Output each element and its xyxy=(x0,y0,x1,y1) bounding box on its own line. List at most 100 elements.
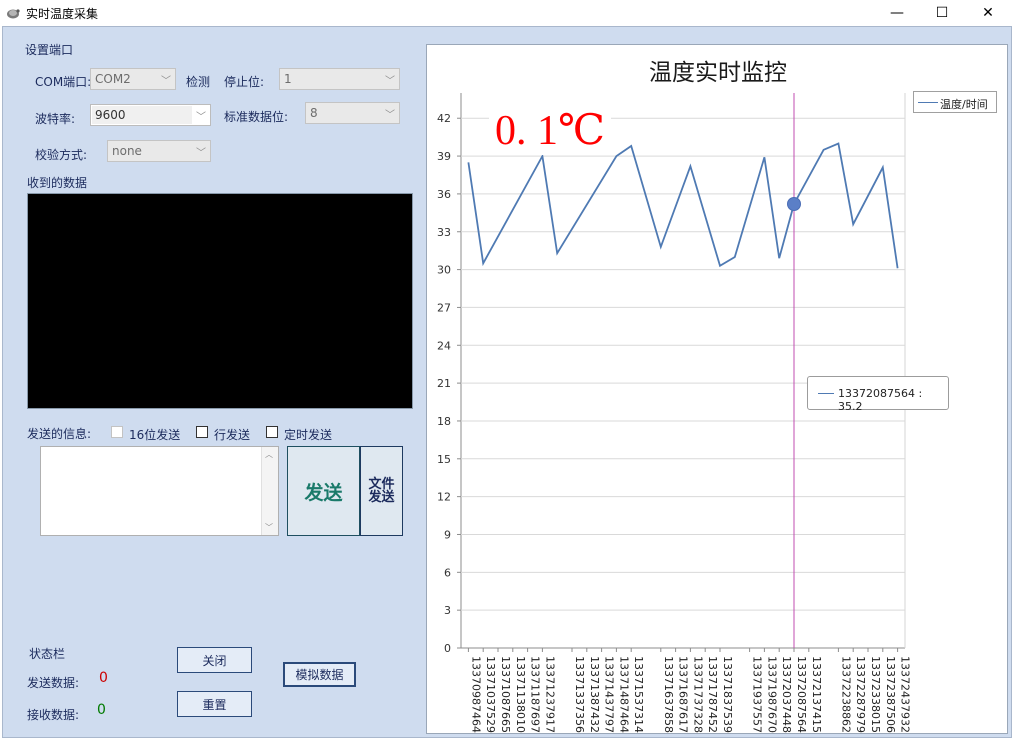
send-info-label: 发送的信息: xyxy=(27,427,92,441)
maximize-button[interactable]: ☐ xyxy=(919,0,965,26)
highlighted-data-point[interactable] xyxy=(787,197,801,211)
file-send-button[interactable]: 文件发送 xyxy=(360,446,403,536)
current-temperature: 0. 1℃ xyxy=(489,105,611,155)
close-icon: ✕ xyxy=(982,5,994,21)
timed-send-label: 定时发送 xyxy=(284,428,333,442)
chevron-down-icon: ﹀ xyxy=(196,112,206,123)
baud-rate-select[interactable]: 9600 ﹀ xyxy=(90,104,211,126)
recv-count-label: 接收数据: xyxy=(27,708,80,722)
chevron-down-icon: ﹀ xyxy=(385,76,395,87)
received-data-label: 收到的数据 xyxy=(27,176,88,190)
x-tick-label: 13371737328 xyxy=(691,656,704,733)
x-tick-label: 13372387506 xyxy=(884,656,897,733)
line-send-label: 行发送 xyxy=(214,428,251,442)
received-data-box[interactable] xyxy=(27,193,413,409)
x-tick-label: 13371937557 xyxy=(751,656,764,733)
stop-bits-label: 停止位: xyxy=(224,75,265,89)
x-tick-label: 13371037529 xyxy=(484,656,497,733)
baud-rate-label: 波特率: xyxy=(35,112,76,126)
x-tick-label: 13371237917 xyxy=(543,656,556,733)
close-window-button[interactable]: ✕ xyxy=(965,0,1011,26)
y-tick-label: 24 xyxy=(437,339,451,352)
simulate-data-button[interactable]: 模拟数据 xyxy=(283,662,356,687)
com-port-label: COM端口: xyxy=(35,75,92,89)
chevron-down-icon: ﹀ xyxy=(385,110,395,121)
x-tick-label: 13371187697 xyxy=(529,656,542,733)
y-tick-label: 18 xyxy=(437,415,451,428)
y-tick-label: 15 xyxy=(437,453,451,466)
app-icon xyxy=(7,9,20,19)
x-tick-label: 13372087564 xyxy=(795,656,808,733)
recv-count-value: 0 xyxy=(97,702,106,718)
data-bits-label: 标准数据位: xyxy=(224,110,289,124)
scroll-down-icon[interactable]: ﹀ xyxy=(265,522,273,533)
x-tick-label: 13372238862 xyxy=(839,656,852,733)
hex-send-label: 16位发送 xyxy=(129,428,181,442)
hex-send-checkbox[interactable] xyxy=(111,426,123,438)
port-settings-label: 设置端口 xyxy=(25,43,74,57)
y-tick-label: 21 xyxy=(437,377,451,390)
temperature-chart-panel: 温度实时监控 0 3 6 9 12 15 18 21 24 27 30 33 36 39 42 1337098… xyxy=(426,44,1008,734)
timed-send-checkbox[interactable] xyxy=(266,426,278,438)
line-send-checkbox[interactable] xyxy=(196,426,208,438)
minimize-icon: — xyxy=(890,5,904,21)
y-tick-label: 39 xyxy=(437,150,451,163)
minimize-button[interactable]: — xyxy=(874,0,920,26)
x-tick-label: 13371787452 xyxy=(706,656,719,733)
send-message-input[interactable]: ︿ ﹀ xyxy=(40,446,279,536)
y-tick-label: 33 xyxy=(437,226,451,239)
x-tick-label: 13371337356 xyxy=(573,656,586,733)
send-button[interactable]: 发送 xyxy=(287,446,360,536)
x-tick-label: 13370987464 xyxy=(469,656,482,733)
title-bar: 实时温度采集 — ☐ ✕ xyxy=(0,0,1014,26)
status-bar-label: 状态栏 xyxy=(29,647,66,661)
x-tick-label: 13372137415 xyxy=(810,656,823,733)
sent-count-label: 发送数据: xyxy=(27,676,80,690)
x-tick-label: 13372287979 xyxy=(854,656,867,733)
detect-button[interactable]: 检测 xyxy=(186,73,210,90)
chevron-down-icon: ﹀ xyxy=(161,76,171,87)
x-tick-label: 13371987670 xyxy=(765,656,778,733)
y-tick-label: 6 xyxy=(444,566,451,579)
tooltip-line-swatch xyxy=(818,393,834,394)
y-tick-label: 9 xyxy=(444,528,451,541)
chevron-down-icon: ﹀ xyxy=(196,148,206,159)
x-tick-label: 13371537314 xyxy=(632,656,645,733)
x-tick-label: 13372338015 xyxy=(869,656,882,733)
scroll-up-icon[interactable]: ︿ xyxy=(265,449,273,460)
window-title: 实时温度采集 xyxy=(26,7,99,21)
close-port-button[interactable]: 关闭 xyxy=(177,647,252,673)
chart-legend: 温度/时间 xyxy=(913,91,997,113)
send-message-scrollbar[interactable]: ︿ ﹀ xyxy=(261,447,278,535)
y-tick-label: 12 xyxy=(437,491,451,504)
com-port-select[interactable]: COM2 ﹀ xyxy=(90,68,176,90)
data-bits-select[interactable]: 8 ﹀ xyxy=(305,102,400,124)
y-tick-label: 36 xyxy=(437,188,451,201)
y-tick-label: 0 xyxy=(444,642,451,655)
y-tick-label: 3 xyxy=(444,604,451,617)
y-tick-label: 30 xyxy=(437,264,451,277)
parity-select[interactable]: none ﹀ xyxy=(107,140,211,162)
stop-bits-select[interactable]: 1 ﹀ xyxy=(279,68,400,90)
x-tick-label: 13371387432 xyxy=(588,656,601,733)
tooltip-text: 13372087564 : 35.2 xyxy=(838,387,923,413)
x-tick-label: 13371487464 xyxy=(617,656,630,733)
x-tick-label: 13371687617 xyxy=(677,656,690,733)
x-tick-label: 13371637858 xyxy=(662,656,675,733)
main-form: 设置端口 COM端口: COM2 ﹀ 检测 停止位: 1 ﹀ 波特率: 9600 ﹀ … xyxy=(2,26,1012,738)
parity-label: 校验方式: xyxy=(35,148,88,162)
x-tick-label: 13372037448 xyxy=(780,656,793,733)
sent-count-value: 0 xyxy=(99,670,108,686)
x-tick-label: 13371837539 xyxy=(721,656,734,733)
x-tick-label: 13371138010 xyxy=(514,656,527,733)
x-tick-label: 13371087665 xyxy=(499,656,512,733)
y-tick-label: 27 xyxy=(437,301,451,314)
legend-line-swatch xyxy=(918,102,938,103)
reset-button[interactable]: 重置 xyxy=(177,691,252,717)
legend-series-label: 温度/时间 xyxy=(940,98,988,111)
temperature-series-line xyxy=(467,142,899,269)
data-point-tooltip: 13372087564 : 35.2 xyxy=(807,376,949,413)
maximize-icon: ☐ xyxy=(935,5,949,21)
y-tick-label: 42 xyxy=(437,112,451,125)
x-tick-label: 13371437797 xyxy=(603,656,616,733)
